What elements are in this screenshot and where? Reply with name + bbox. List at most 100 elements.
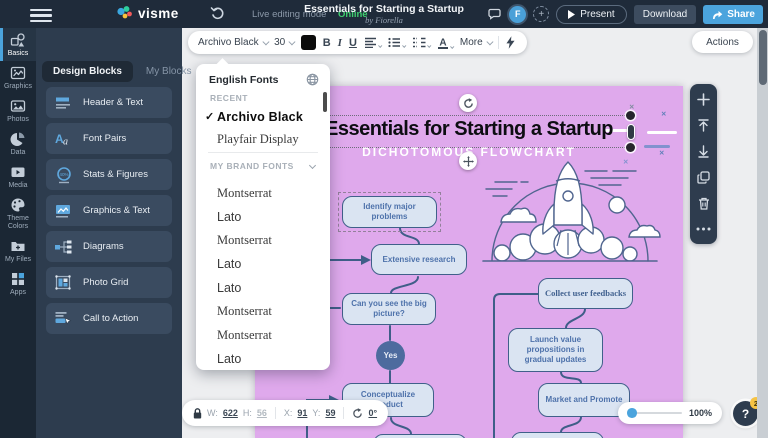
block-header-and-text[interactable]: Header & Text xyxy=(46,87,172,118)
sidebar-label: Basics xyxy=(7,50,29,57)
block-font-pairs[interactable]: A a Font Pairs xyxy=(46,123,172,154)
more-options-button[interactable] xyxy=(696,221,712,237)
tab-my-blocks[interactable]: My Blocks xyxy=(135,61,203,82)
underline-button[interactable]: U xyxy=(349,37,357,49)
font-dropdown: English Fonts RECENT ✓ Archivo Black Pla… xyxy=(196,58,330,370)
visme-logo[interactable]: visme xyxy=(116,5,179,21)
svg-text:a: a xyxy=(63,137,68,148)
resize-handle-top[interactable] xyxy=(626,111,635,120)
sidebar-item-data[interactable]: Data xyxy=(0,127,36,160)
font-option-brand[interactable]: Lato xyxy=(196,210,330,224)
sidebar-item-media[interactable]: Media xyxy=(0,160,36,193)
more-menu[interactable]: More xyxy=(460,37,493,48)
add-button[interactable] xyxy=(696,91,712,107)
font-option-brand[interactable]: Montserrat xyxy=(196,304,330,319)
font-size-select[interactable]: 30 xyxy=(274,37,296,48)
flow-node-big-picture[interactable]: Can you see the big picture? xyxy=(342,293,436,325)
width-value[interactable]: 622 xyxy=(223,408,238,418)
font-option-brand[interactable]: Lato xyxy=(196,281,330,295)
flow-node-market[interactable]: Market and Promote xyxy=(538,383,630,417)
font-option-playfair-display[interactable]: Playfair Display xyxy=(196,132,330,147)
bold-button[interactable]: B xyxy=(323,37,331,49)
height-value[interactable]: 56 xyxy=(257,408,267,418)
undo-icon[interactable] xyxy=(210,6,225,21)
visme-logo-icon xyxy=(117,6,132,19)
zoom-slider-knob[interactable] xyxy=(627,408,637,418)
download-button[interactable]: Download xyxy=(633,4,697,24)
block-diagrams[interactable]: Diagrams xyxy=(46,231,172,262)
sidebar-item-apps[interactable]: Apps xyxy=(0,267,36,300)
list-button[interactable] xyxy=(388,37,407,48)
flow-node-extensive[interactable]: Extensive research xyxy=(371,244,467,275)
move-down-layer-button[interactable] xyxy=(696,143,712,159)
font-family-select[interactable]: Archivo Black xyxy=(198,37,269,48)
flow-node-identify[interactable]: Identify major problems xyxy=(342,196,437,228)
language-globe-icon[interactable] xyxy=(306,73,319,86)
dropdown-scrollbar[interactable] xyxy=(323,92,327,112)
italic-button[interactable]: I xyxy=(338,37,342,49)
sidebar-label: Data xyxy=(10,149,26,157)
font-option-archivo-black[interactable]: ✓ Archivo Black xyxy=(196,110,330,124)
sidebar-item-basics[interactable]: Basics xyxy=(0,28,36,62)
chevron-down-icon[interactable] xyxy=(308,161,317,170)
flow-node-partial[interactable] xyxy=(511,432,604,438)
font-color-button[interactable]: A xyxy=(437,37,455,49)
present-button[interactable]: Present xyxy=(556,4,627,24)
sidebar-item-my-files[interactable]: My Files xyxy=(0,234,36,267)
rotate-handle[interactable] xyxy=(459,94,477,112)
scrollbar-thumb[interactable] xyxy=(758,30,767,85)
duplicate-button[interactable] xyxy=(696,169,712,185)
lock-icon[interactable] xyxy=(193,407,202,419)
avatar[interactable]: F xyxy=(509,5,527,23)
divider xyxy=(208,152,318,153)
resize-handle-bottom[interactable] xyxy=(626,143,635,152)
font-option-brand[interactable]: Montserrat xyxy=(196,328,330,343)
x-value[interactable]: 91 xyxy=(297,408,307,418)
sidebar-item-graphics[interactable]: Graphics xyxy=(0,61,36,94)
move-handle[interactable] xyxy=(459,152,477,170)
delete-button[interactable] xyxy=(696,195,712,211)
resize-handle-side[interactable] xyxy=(626,124,635,140)
y-value[interactable]: 59 xyxy=(325,408,335,418)
zoom-slider[interactable] xyxy=(627,408,682,418)
share-button[interactable]: Share xyxy=(703,4,763,24)
line-spacing-icon xyxy=(412,37,426,48)
object-toolbar xyxy=(690,84,717,244)
text-color-swatch[interactable] xyxy=(300,35,316,50)
block-photo-grid[interactable]: Photo Grid xyxy=(46,267,172,298)
call-to-action-icon xyxy=(55,312,72,325)
sidebar-item-photos[interactable]: Photos xyxy=(0,94,36,127)
font-option-brand[interactable]: Lato xyxy=(196,257,330,271)
actions-button[interactable]: Actions xyxy=(692,31,753,53)
spacing-button[interactable] xyxy=(412,37,432,48)
decor-sparkle: ✕ xyxy=(661,111,667,118)
font-option-brand[interactable]: Montserrat xyxy=(196,233,330,248)
align-button[interactable] xyxy=(364,37,383,48)
flow-node-partial[interactable] xyxy=(373,434,467,438)
zoom-bar: 100% xyxy=(618,402,722,424)
tab-design-blocks[interactable]: Design Blocks xyxy=(42,61,133,82)
font-option-brand[interactable]: Lato xyxy=(196,352,330,366)
block-call-to-action[interactable]: Call to Action xyxy=(46,303,172,334)
format-toolbar: Archivo Black 30 B I U A More xyxy=(188,31,527,54)
font-option-brand[interactable]: Montserrat xyxy=(196,186,330,201)
rotate-icon xyxy=(463,97,473,108)
animate-button[interactable] xyxy=(506,36,515,49)
flow-node-yes[interactable]: Yes xyxy=(376,341,405,370)
block-stats-and-figures[interactable]: 40% Stats & Figures xyxy=(46,159,172,190)
vertical-scrollbar[interactable] xyxy=(757,28,768,438)
flow-node-collect[interactable]: Collect user feedbacks xyxy=(538,278,633,309)
height-label: H: xyxy=(242,408,252,418)
block-label: Graphics & Text xyxy=(83,205,150,216)
sidebar-label: Theme Colors xyxy=(7,215,29,231)
menu-icon[interactable] xyxy=(30,9,52,25)
comment-icon[interactable] xyxy=(488,7,502,21)
sidebar-item-theme-colors[interactable]: Theme Colors xyxy=(0,193,36,234)
rotation-value[interactable]: 0° xyxy=(368,408,377,418)
flow-node-launch[interactable]: Launch value propositions in gradual upd… xyxy=(508,328,603,372)
help-button[interactable]: ? 2 xyxy=(733,397,762,426)
move-up-layer-button[interactable] xyxy=(696,117,712,133)
block-label: Photo Grid xyxy=(83,277,129,288)
invite-collaborator-button[interactable]: + xyxy=(533,6,550,22)
block-graphics-and-text[interactable]: Graphics & Text xyxy=(46,195,172,226)
